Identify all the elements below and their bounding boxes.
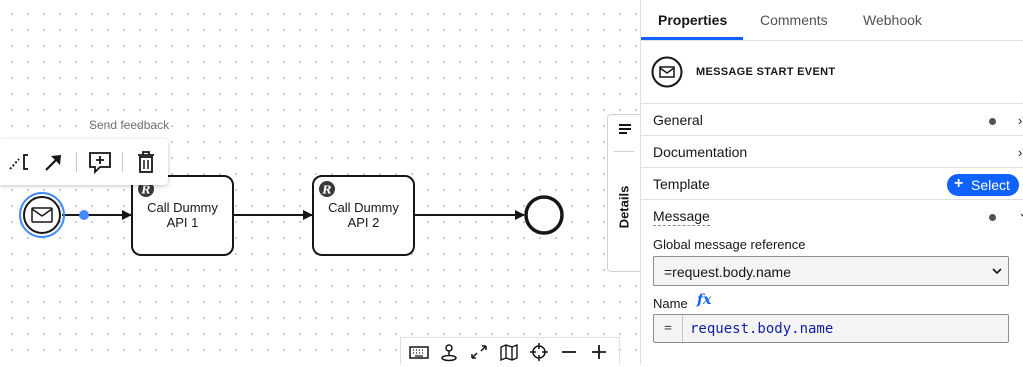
expression-prefix: = [654,315,683,342]
element-header: MESSAGE START EVENT [641,41,1023,104]
connect-icon[interactable] [6,149,34,175]
bpmn-canvas[interactable]: R Call Dummy API 1 R Call Dummy API 2 Se… [0,0,640,364]
fx-icon[interactable]: fx [697,292,711,308]
arrow-icon[interactable] [40,149,68,175]
task-label: Call Dummy [147,200,218,215]
name-expression-field[interactable]: = request.body.name [653,314,1009,343]
tab-comments[interactable]: Comments [760,12,828,28]
data-indicator-dot [989,118,996,125]
task-label: Call Dummy [328,200,399,215]
chevron-right-icon: › [1018,113,1023,128]
comment-icon[interactable] [86,149,114,175]
trash-icon[interactable] [132,149,160,175]
message-start-event[interactable] [19,192,65,238]
sequence-flow[interactable] [62,210,132,220]
properties-panel: Properties Comments Webhook MESSAGE STAR… [640,0,1023,364]
zoom-in-icon[interactable] [588,342,610,362]
active-tab-indicator [641,37,743,40]
tab-properties[interactable]: Properties [658,12,727,28]
group-label: Template [653,176,710,192]
fullscreen-icon[interactable] [468,342,490,362]
name-expression-value[interactable]: request.body.name [690,321,833,337]
global-message-reference-select[interactable]: =request.body.name [653,256,1009,286]
service-task[interactable]: R Call Dummy API 2 [312,175,415,256]
envelope-icon [651,56,683,88]
data-indicator-dot [989,214,996,221]
panel-tabs: Properties Comments Webhook [641,0,1023,41]
chevron-down-icon: ⌄ [1018,205,1023,221]
menu-icon [619,124,631,134]
task-label: API 2 [348,215,380,230]
group-template[interactable]: Template + Select [641,168,1023,200]
crosshair-icon[interactable] [528,342,550,362]
plus-icon: + [954,175,964,192]
global-message-reference-label: Global message reference [653,237,806,252]
select-value: =request.body.name [664,264,791,280]
chevron-down-icon [992,268,1002,275]
focus-icon[interactable] [438,342,460,362]
canvas-toolbar [400,337,620,364]
details-tab-label: Details [616,185,632,229]
template-select-button[interactable]: + Select [947,174,1019,196]
send-feedback-link[interactable]: Send feedback [89,118,169,132]
button-label: Select [971,177,1010,193]
map-icon[interactable] [498,342,520,362]
task-marker: R [140,184,150,197]
task-label: API 1 [167,215,199,230]
group-label: Message [653,208,710,226]
group-label: Documentation [653,144,748,160]
element-type-title: MESSAGE START EVENT [696,66,836,78]
task-marker: R [321,184,331,197]
name-label: Name [653,296,688,311]
tab-webhook[interactable]: Webhook [863,12,922,28]
chevron-right-icon: › [1018,145,1023,160]
group-label: General [653,112,703,128]
service-task[interactable]: R Call Dummy API 1 [131,175,234,256]
group-general[interactable]: General › [641,104,1023,136]
connection-handle[interactable] [79,210,89,220]
zoom-out-icon[interactable] [558,342,580,362]
group-message[interactable]: Message ⌄ [641,200,1023,230]
details-tab[interactable]: Details [607,114,640,272]
keyboard-icon[interactable] [408,342,430,362]
end-event[interactable] [524,195,564,235]
context-pad [0,139,168,185]
group-documentation[interactable]: Documentation › [641,136,1023,168]
